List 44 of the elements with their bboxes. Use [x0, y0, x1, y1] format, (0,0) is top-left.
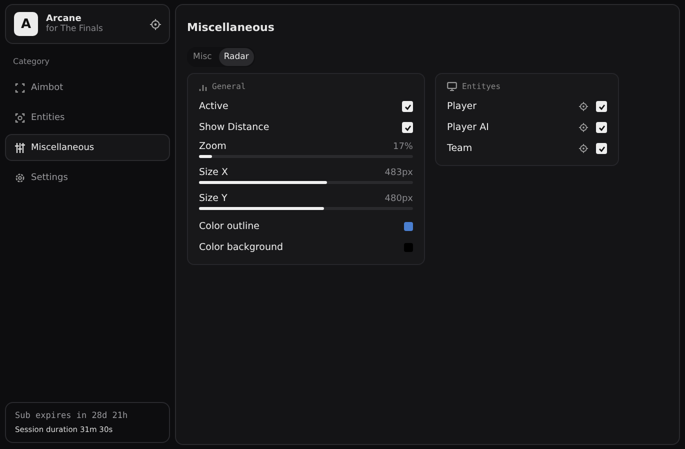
tab[interactable]: Misc	[188, 48, 217, 66]
setting-label: Zoom	[199, 141, 228, 152]
monitor-icon	[447, 82, 457, 91]
color-swatch[interactable]	[404, 243, 413, 252]
slider-fill[interactable]	[199, 207, 324, 210]
card-title: General	[212, 82, 246, 91]
checkbox[interactable]	[596, 143, 607, 154]
sidebar-item[interactable]: Settings	[5, 164, 170, 191]
slider-track[interactable]	[199, 181, 413, 184]
setting-label: Size X	[199, 167, 230, 178]
checkbox[interactable]	[596, 122, 607, 133]
entity-label: Player AI	[447, 122, 490, 133]
slider-fill[interactable]	[199, 155, 212, 158]
sidebar-item[interactable]: Miscellaneous	[5, 134, 170, 161]
checkbox[interactable]	[402, 101, 413, 112]
setting-label: Show Distance	[199, 122, 270, 133]
slider-track[interactable]	[199, 207, 413, 210]
entity-label: Player	[447, 101, 478, 112]
sidebar-item[interactable]: Aimbot	[5, 74, 170, 101]
setting-label: Active	[199, 101, 230, 112]
entity-label: Team	[447, 143, 474, 154]
setting-label: Color outline	[199, 221, 261, 232]
app-subtitle: for The Finals	[46, 24, 104, 34]
tab[interactable]: Radar	[218, 48, 254, 66]
bar-chart-icon	[199, 82, 207, 90]
color-swatch[interactable]	[404, 222, 413, 231]
setting-label: Color background	[199, 242, 284, 253]
slider-value: 17%	[392, 142, 413, 152]
card-title: Entityes	[462, 82, 501, 91]
checkbox[interactable]	[596, 101, 607, 112]
sliders-icon	[15, 142, 25, 152]
settings-icon	[15, 172, 25, 182]
subscription-text: Sub expires in 28d 21h	[15, 411, 129, 421]
slider-value: 483px	[384, 168, 413, 178]
scan-face-icon	[15, 112, 25, 122]
sidebar-item[interactable]: Entities	[5, 104, 170, 131]
setting-label: Size Y	[199, 193, 228, 204]
checkbox[interactable]	[402, 122, 413, 133]
app-logo: A	[14, 12, 38, 36]
slider-fill[interactable]	[199, 181, 328, 184]
app-name: Arcane	[46, 14, 82, 24]
page-title: Miscellaneous	[187, 21, 276, 34]
category-heading: Category	[13, 57, 51, 66]
slider-value: 480px	[384, 194, 413, 204]
